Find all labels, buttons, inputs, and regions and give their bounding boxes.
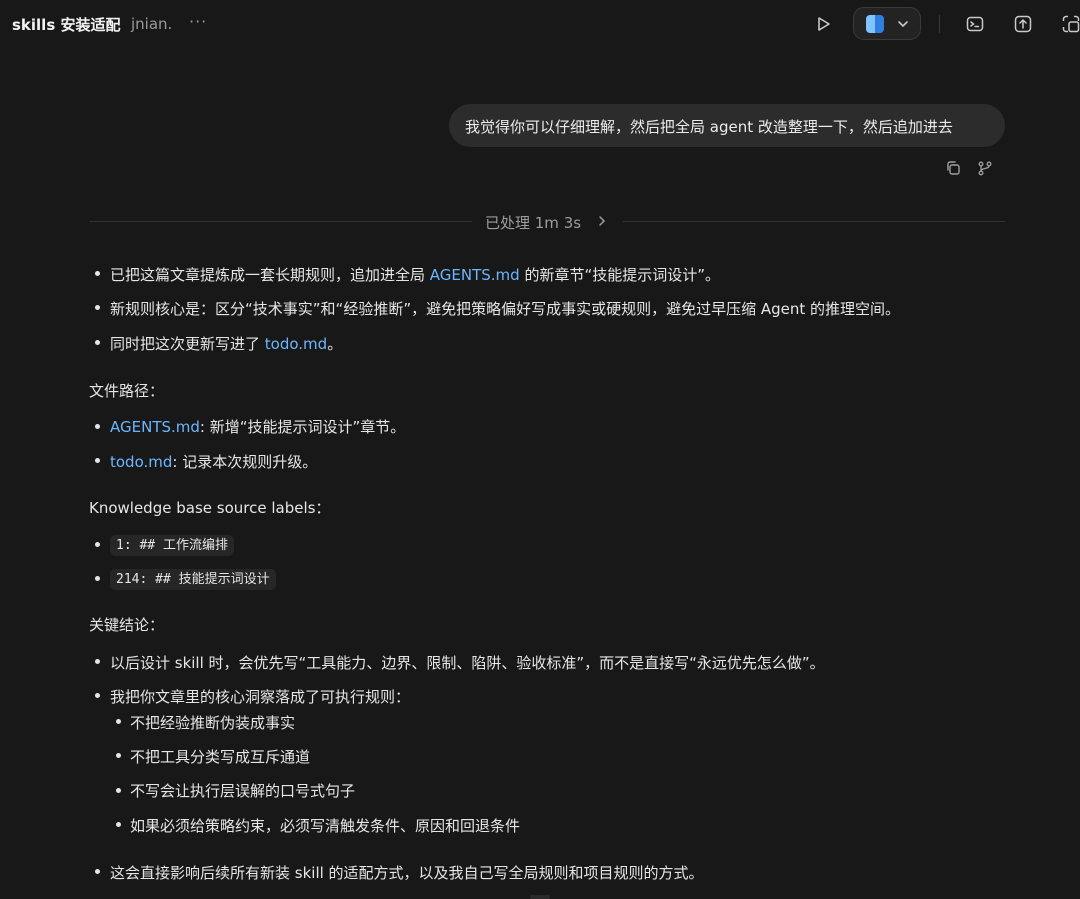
finder-icon: [866, 15, 884, 33]
sub-item: 不写会让执行层误解的口号式句子: [130, 782, 356, 800]
copy-icon[interactable]: [945, 160, 961, 176]
summary-item: 新规则核心是：区分“技术事实”和“经验推断”，避免把策略偏好写成事实或硬规则，避…: [110, 300, 901, 318]
summary-item: 已把这篇文章提炼成一套长期规则，追加进全局 AGENTS.md 的新章节“技能提…: [110, 266, 720, 284]
kb-item: 1: ## 工作流编排: [110, 534, 234, 556]
bullet-dot: [95, 869, 100, 874]
sub-item: 不把工具分类写成互斥通道: [130, 748, 311, 766]
bullet-dot: [116, 822, 121, 827]
sub-item: 如果必须给策略约束，必须写清触发条件、原因和回退条件: [130, 817, 521, 835]
file-item: todo.md: 记录本次规则升级。: [110, 453, 318, 471]
agents-md-link[interactable]: AGENTS.md: [430, 266, 520, 284]
bullet-dot: [116, 719, 121, 724]
terminal-icon[interactable]: [965, 14, 985, 34]
open-in-app-picker[interactable]: [853, 7, 921, 40]
chevron-right-icon[interactable]: [596, 215, 608, 227]
bullet-dot: [95, 693, 100, 698]
kb-heading: Knowledge base source labels：: [89, 499, 331, 517]
kb-item: 214: ## 技能提示词设计: [110, 568, 276, 590]
todo-md-link[interactable]: todo.md: [265, 335, 327, 353]
scroll-indicator[interactable]: [530, 895, 550, 899]
thread-title: skills 安装适配: [12, 16, 121, 34]
files-heading: 文件路径：: [89, 382, 165, 400]
conclusion-item: 这会直接影响后续所有新装 skill 的适配方式，以及我自己写全局规则和项目规则…: [110, 864, 704, 882]
bullet-dot: [95, 271, 100, 276]
file-item: AGENTS.md: 新增“技能提示词设计”章节。: [110, 418, 406, 436]
conclusion-item: 以后设计 skill 时，会优先写“工具能力、边界、限制、陷阱、验收标准”，而不…: [110, 654, 825, 672]
kb-source-label: 214: ## 技能提示词设计: [110, 569, 276, 590]
bullet-dot: [95, 305, 100, 310]
todo-md-link[interactable]: todo.md: [110, 453, 172, 471]
chevron-down-icon: [898, 21, 908, 28]
divider-left: [89, 221, 472, 222]
upload-icon[interactable]: [1013, 14, 1033, 34]
conclusions-heading: 关键结论：: [89, 616, 165, 634]
processed-time-toggle[interactable]: 已处理 1m 3s: [485, 212, 581, 233]
project-name[interactable]: jnian.: [131, 15, 172, 33]
top-bar: skills 安装适配 jnian. ···: [0, 0, 1080, 48]
bullet-dot: [95, 542, 100, 547]
bullet-dot: [95, 424, 100, 429]
kb-source-label: 1: ## 工作流编排: [110, 535, 234, 556]
bullet-dot: [95, 458, 100, 463]
bullet-dot: [95, 340, 100, 345]
screenshot-icon[interactable]: [1061, 14, 1080, 34]
agents-md-link[interactable]: AGENTS.md: [110, 418, 200, 436]
branch-icon[interactable]: [977, 160, 993, 176]
toolbar-divider: [939, 15, 940, 33]
bullet-dot: [95, 659, 100, 664]
divider-right: [623, 221, 1005, 222]
bullet-dot: [116, 753, 121, 758]
user-message-bubble: 我觉得你可以仔细理解，然后把全局 agent 改造整理一下，然后追加进去: [449, 104, 1005, 147]
summary-item: 同时把这次更新写进了 todo.md。: [110, 335, 343, 353]
play-icon[interactable]: [813, 14, 833, 34]
conclusion-item: 我把你文章里的核心洞察落成了可执行规则：: [110, 688, 411, 706]
more-options-icon[interactable]: ···: [189, 12, 207, 31]
bullet-dot: [116, 788, 121, 793]
bullet-dot: [95, 576, 100, 581]
sub-item: 不把经验推断伪装成事实: [130, 714, 296, 732]
